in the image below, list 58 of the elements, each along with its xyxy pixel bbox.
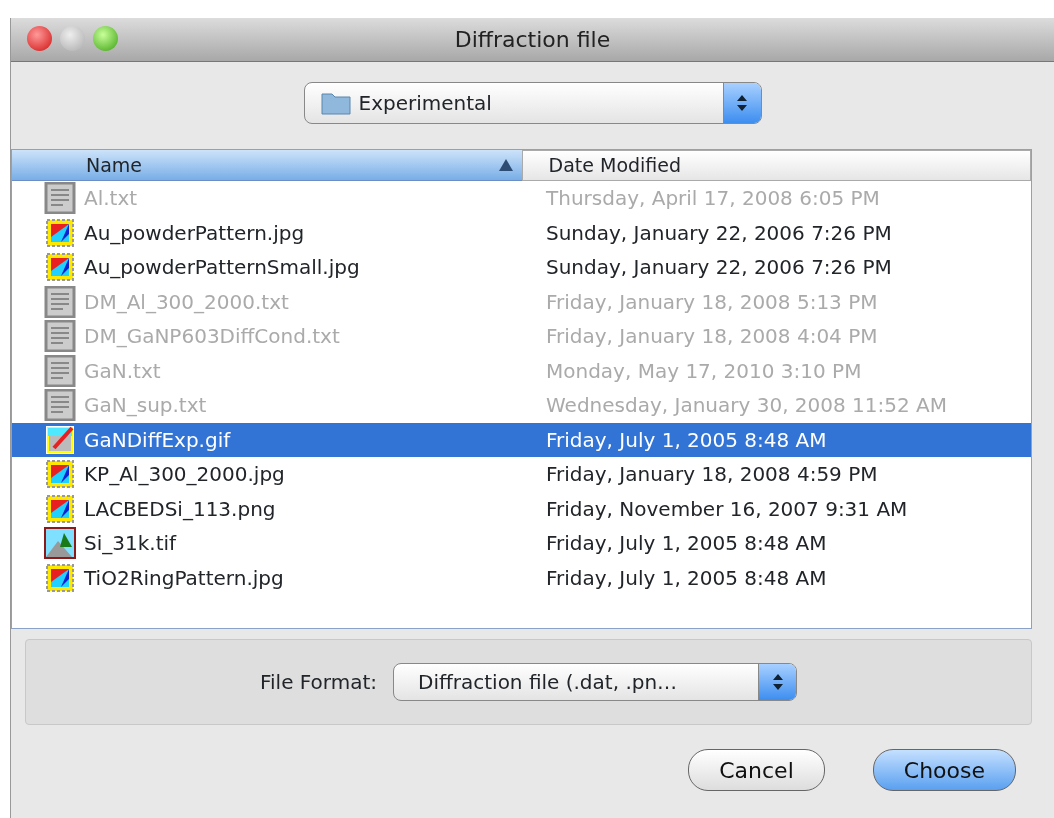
file-name: GaN.txt <box>84 357 161 385</box>
folder-icon <box>320 91 351 115</box>
date-modified: Friday, July 1, 2005 8:48 AM <box>545 530 827 558</box>
landscape-image-icon <box>44 527 76 560</box>
file-name: KP_Al_300_2000.jpg <box>84 461 285 489</box>
text-file-icon <box>44 389 76 422</box>
file-row[interactable]: TiO2RingPattern.jpg Friday, July 1, 2005 8:48 AM <box>12 560 1031 595</box>
date-modified: Sunday, January 22, 2006 7:26 PM <box>545 254 892 282</box>
image-file-icon <box>44 561 76 594</box>
file-name: Si_31k.tif <box>84 530 177 558</box>
minimize-button[interactable] <box>60 26 85 51</box>
date-modified: Friday, January 18, 2008 4:04 PM <box>545 323 878 351</box>
file-name: GaNDiffExp.gif <box>84 426 231 454</box>
column-header[interactable]: Name <box>12 150 522 181</box>
date-modified: Thursday, April 17, 2008 6:05 PM <box>545 185 880 213</box>
cancel-button[interactable]: Cancel <box>688 749 825 791</box>
choose-button[interactable]: Choose <box>872 749 1016 791</box>
file-name: DM_GaNP603DiffCond.txt <box>84 323 340 351</box>
window-title: Diffraction file <box>454 26 611 54</box>
image-file-icon <box>44 251 76 284</box>
date-modified: Friday, January 18, 2008 4:59 PM <box>545 461 878 489</box>
file-format-label: File Format: <box>259 669 377 696</box>
close-button[interactable] <box>27 26 52 51</box>
image-file-icon <box>44 216 76 249</box>
file-name: DM_Al_300_2000.txt <box>84 288 289 316</box>
file-row[interactable]: Si_31k.tif Friday, July 1, 2005 8:48 AM <box>12 526 1031 561</box>
file-row[interactable]: GaNDiffExp.gif Friday, July 1, 2005 8:48 AM <box>12 422 1031 457</box>
file-name: LACBEDSi_113.png <box>84 495 276 523</box>
file-name: TiO2RingPattern.jpg <box>84 564 284 592</box>
file-row[interactable]: LACBEDSi_113.png Friday, November 16, 2007 9:31 AM <box>12 491 1031 526</box>
date-modified: Friday, July 1, 2005 8:48 AM <box>545 426 827 454</box>
file-name: GaN_sup.txt <box>84 392 207 420</box>
folder-popup[interactable]: Experimental <box>303 82 762 124</box>
file-row[interactable]: Au_powderPattern.jpg Sunday, January 22, 2006 7:26 PM <box>12 215 1031 250</box>
text-file-icon <box>44 354 76 387</box>
file-name: Au_powderPatternSmall.jpg <box>84 254 360 282</box>
stepper-icon <box>771 672 784 692</box>
file-row[interactable]: KP_Al_300_2000.jpg Friday, January 18, 2008 4:59 PM <box>12 457 1031 492</box>
date-modified: Friday, November 16, 2007 9:31 AM <box>545 495 908 523</box>
file-row[interactable]: Au_powderPatternSmall.jpg Sunday, January 22, 2006 7:26 PM <box>12 250 1031 285</box>
image-file-icon <box>44 458 76 491</box>
file-name: Au_powderPattern.jpg <box>84 219 305 247</box>
date-modified: Sunday, January 22, 2006 7:26 PM <box>545 219 892 247</box>
file-format-popup[interactable]: Diffraction file (.dat, .pn… <box>393 663 797 701</box>
column-header[interactable]: Date Modified <box>521 150 1031 181</box>
sort-arrow-icon <box>497 158 514 172</box>
date-modified: Wednesday, January 30, 2008 11:52 AM <box>545 392 948 420</box>
date-modified: Monday, May 17, 2010 3:10 PM <box>545 357 862 385</box>
image-edit-icon <box>44 423 76 456</box>
text-file-icon <box>44 285 76 318</box>
text-file-icon <box>44 320 76 353</box>
file-name: Al.txt <box>84 185 138 213</box>
stepper-icon <box>736 93 748 113</box>
date-modified: Friday, January 18, 2008 5:13 PM <box>545 288 878 316</box>
image-file-icon <box>44 492 76 525</box>
date-modified: Friday, July 1, 2005 8:48 AM <box>545 564 827 592</box>
text-file-icon <box>44 182 76 215</box>
zoom-button[interactable] <box>93 26 118 51</box>
